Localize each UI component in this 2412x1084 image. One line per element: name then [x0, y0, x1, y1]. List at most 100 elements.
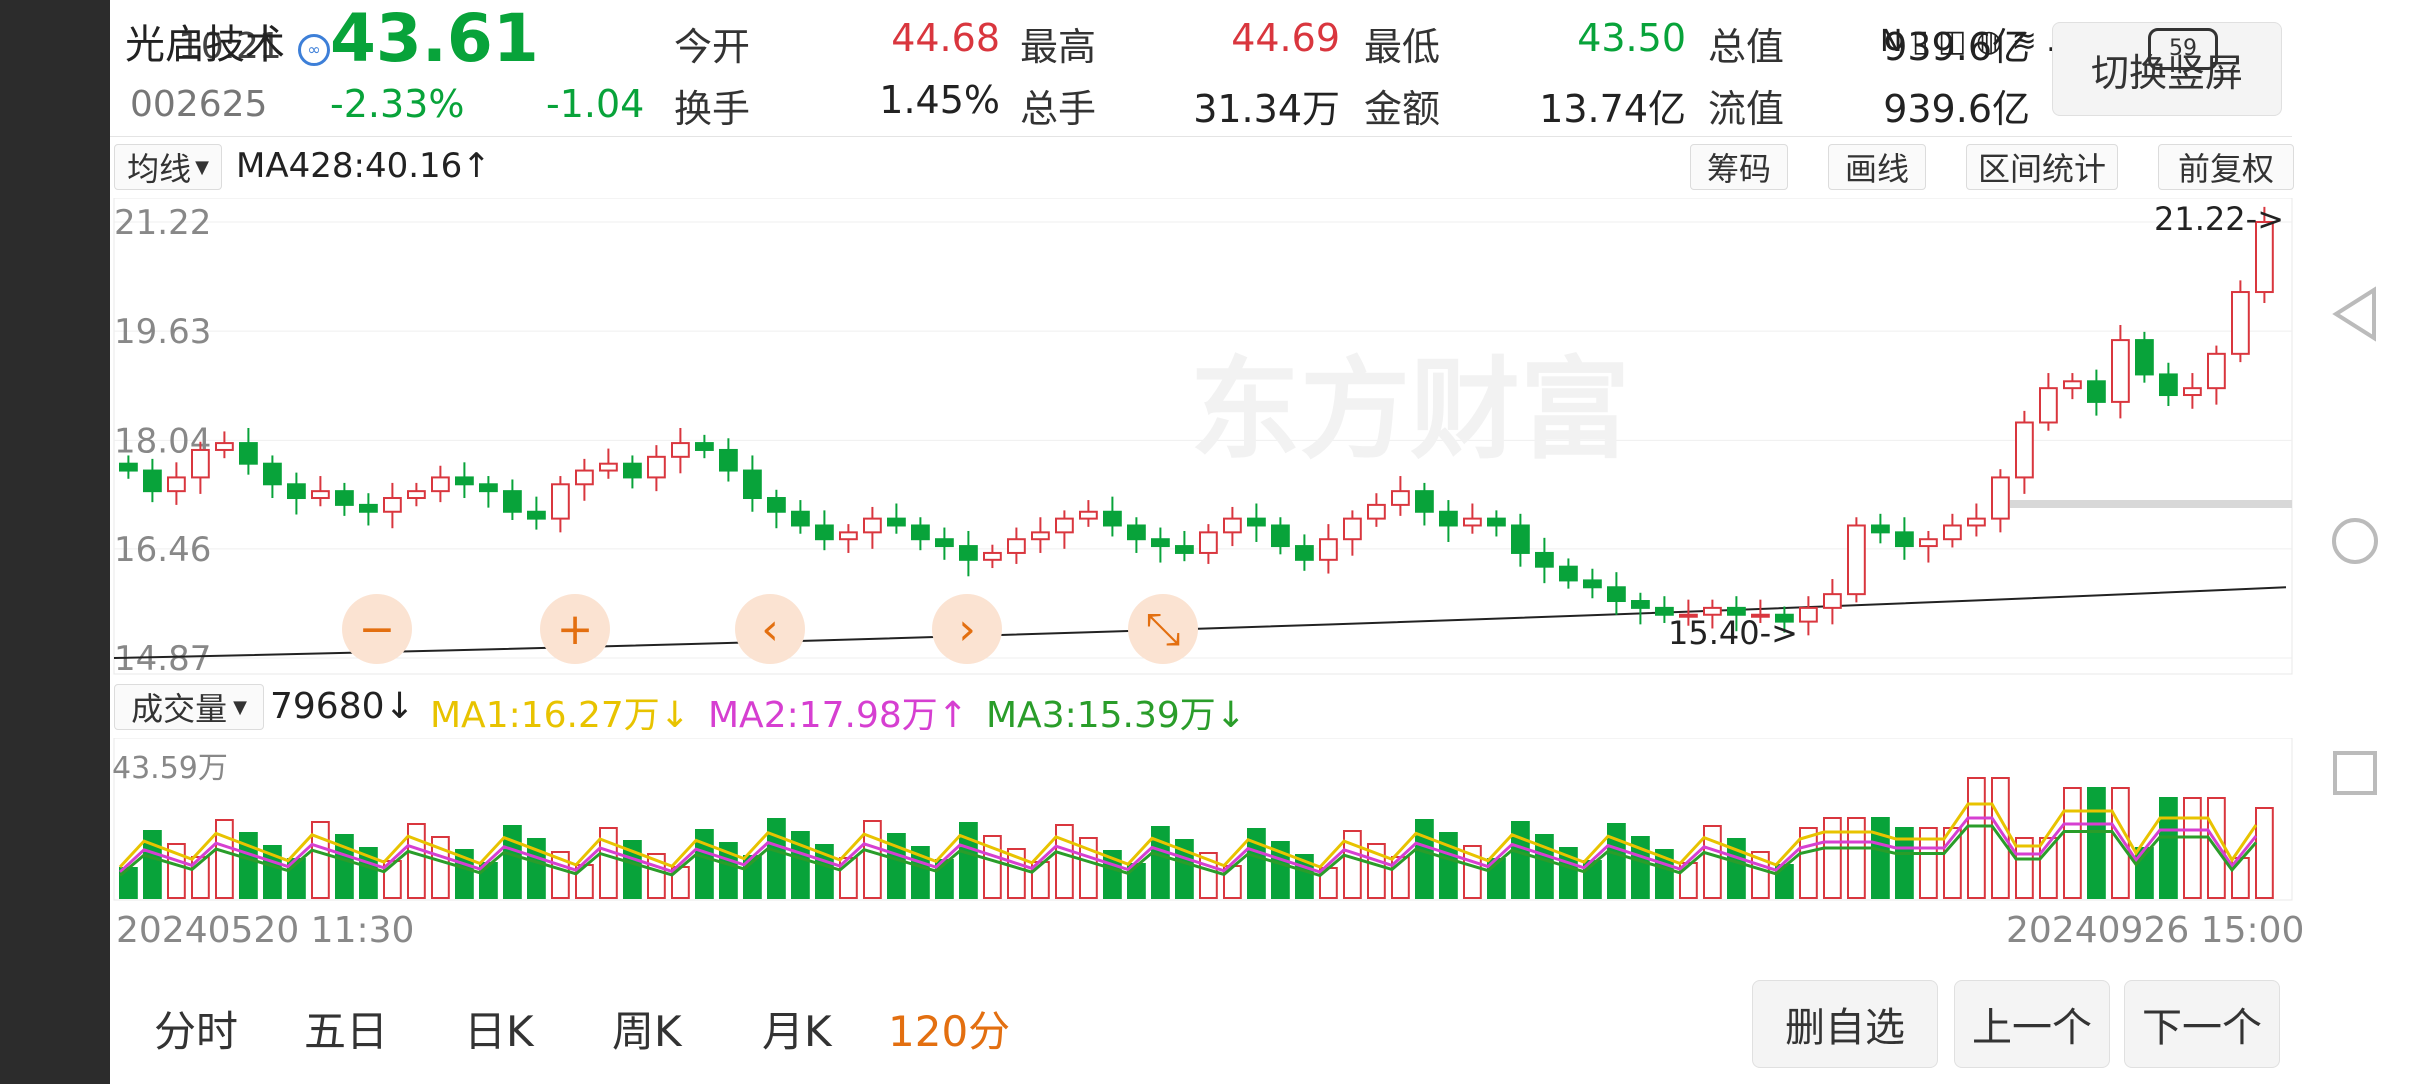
remove-watchlist-button[interactable]: 删自选	[1752, 980, 1938, 1068]
volume-bar	[1607, 823, 1626, 899]
forward-adjust-button[interactable]: 前复权	[2158, 144, 2294, 190]
tab-weekly[interactable]: 周K	[612, 998, 682, 1059]
zoom-out-icon[interactable]: −	[342, 594, 412, 664]
candle	[431, 476, 450, 493]
volume-bar	[1847, 817, 1866, 899]
candle	[2183, 387, 2202, 397]
draw-line-button[interactable]: 画线	[1828, 144, 1926, 190]
zoom-in-icon[interactable]: +	[540, 594, 610, 664]
candle	[359, 503, 378, 513]
quote-field-label: 换手	[674, 87, 751, 131]
home-nav-icon[interactable]	[2330, 516, 2380, 566]
candle	[503, 490, 522, 513]
tab-intraday[interactable]: 分时	[154, 998, 238, 1059]
candle	[1127, 524, 1146, 541]
header-divider	[110, 136, 2292, 137]
candle	[335, 490, 354, 506]
tab-daily[interactable]: 日K	[464, 998, 534, 1059]
quote-field-value: 44.69	[1231, 16, 1340, 60]
quote-field-label: 总值	[1708, 25, 1785, 69]
tab-monthly[interactable]: 月K	[762, 998, 832, 1059]
tab-five-day[interactable]: 五日	[304, 998, 388, 1059]
candle	[1175, 545, 1194, 554]
candle	[695, 442, 714, 451]
change-percent: -2.33%	[330, 82, 465, 126]
candle	[311, 490, 330, 500]
status-icons: N ▯ ◫ ◍ ≋ .ıl	[1880, 24, 2073, 59]
candle	[743, 469, 762, 500]
candle	[2015, 421, 2034, 479]
quote-field-value: 1.45%	[879, 78, 1000, 122]
candle	[647, 455, 666, 479]
candle	[1271, 524, 1290, 548]
low-marker: 15.40->	[1668, 614, 1798, 652]
pan-left-icon[interactable]: ‹	[735, 594, 805, 664]
candle	[1895, 531, 1914, 548]
end-date: 20240926 15:00	[2006, 910, 2305, 951]
indicator-select[interactable]: 均线 ▼	[114, 144, 222, 190]
candle	[479, 483, 498, 493]
candle	[527, 510, 546, 520]
candle	[671, 442, 690, 458]
candle	[2111, 339, 2130, 403]
volume-bar	[311, 821, 330, 899]
volume-bar	[1823, 817, 1842, 899]
interval-stats-button[interactable]: 区间统计	[1966, 144, 2118, 190]
candle	[767, 497, 786, 513]
volume-chart[interactable]: 43.59万	[110, 738, 2296, 904]
candle	[1607, 586, 1626, 603]
volume-bar	[1511, 821, 1530, 899]
volume-bar	[767, 818, 786, 899]
quote-field-value: 939.6亿	[1883, 87, 2030, 131]
change-amount: -1.04	[546, 82, 645, 126]
tab-120min[interactable]: 120分	[888, 998, 1010, 1059]
candle	[1223, 517, 1242, 534]
cost-band	[2010, 500, 2292, 508]
candle	[1487, 517, 1506, 527]
back-nav-icon[interactable]	[2330, 286, 2380, 342]
candle	[239, 442, 258, 465]
pan-right-icon[interactable]: ›	[932, 594, 1002, 664]
volume-bar	[1871, 817, 1890, 899]
candle	[1367, 503, 1386, 520]
caret-down-icon: ▼	[233, 696, 247, 718]
chip-button[interactable]: 筹码	[1690, 144, 1788, 190]
volume-bar	[959, 822, 978, 899]
quote-field-value: 43.50	[1577, 16, 1686, 60]
candle	[1079, 510, 1098, 520]
quote-field-value: 44.68	[891, 16, 1000, 60]
candlestick-chart[interactable]: 东方财富 21.2219.6318.0416.4614.87 21.22-> 1…	[110, 198, 2296, 678]
quote-field-label: 金额	[1364, 87, 1441, 131]
volume-label: 成交量	[131, 690, 228, 728]
reset-icon[interactable]: ⤡	[1128, 594, 1198, 664]
candle	[1871, 524, 1890, 534]
recents-nav-icon[interactable]	[2330, 748, 2380, 798]
candle	[1799, 606, 1818, 623]
candle	[2159, 373, 2178, 397]
candle	[1055, 517, 1074, 534]
candle	[815, 524, 834, 541]
candle	[1103, 510, 1122, 527]
candle	[1943, 524, 1962, 541]
candle	[959, 545, 978, 561]
quote-field-label: 流值	[1708, 87, 1785, 131]
volume-ma3: MA3:15.39万↓	[986, 695, 1246, 736]
candle	[1439, 510, 1458, 527]
candle	[1391, 490, 1410, 506]
candle	[1247, 517, 1266, 527]
candle	[1463, 517, 1482, 527]
candle	[1343, 517, 1362, 541]
quote-field-label: 最低	[1364, 25, 1441, 69]
candle	[1823, 593, 1842, 609]
next-button[interactable]: 下一个	[2124, 980, 2280, 1068]
volume-max-label: 43.59万	[112, 751, 228, 786]
candle	[1319, 538, 1338, 561]
candle	[839, 531, 858, 541]
volume-select[interactable]: 成交量 ▼	[114, 684, 264, 730]
candle	[551, 483, 570, 520]
volume-ma2: MA2:17.98万↑	[708, 695, 968, 736]
start-date: 20240520 11:30	[116, 910, 415, 951]
previous-button[interactable]: 上一个	[1954, 980, 2110, 1068]
indicator-label: 均线	[127, 150, 192, 188]
volume-bar	[2159, 797, 2178, 899]
